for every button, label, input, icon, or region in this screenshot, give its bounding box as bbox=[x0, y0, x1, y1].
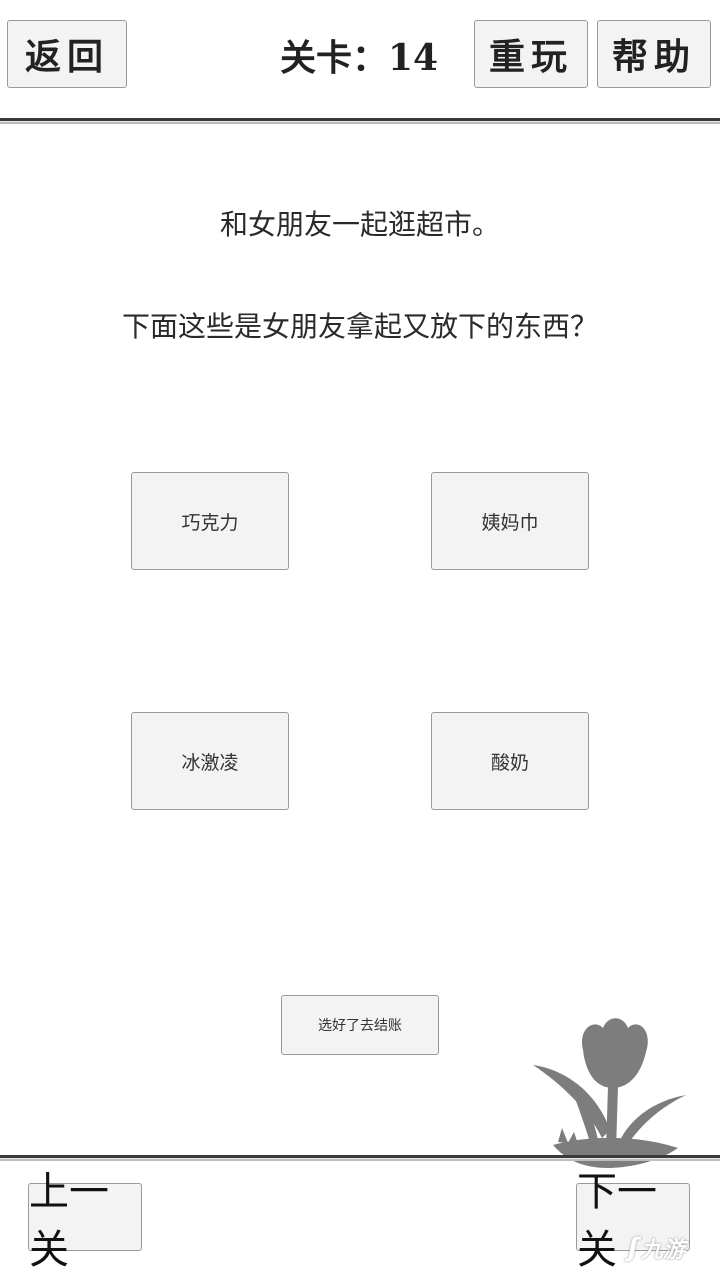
previous-level-button[interactable]: 上一关 bbox=[28, 1169, 142, 1273]
level-indicator: 关卡：14 bbox=[280, 37, 439, 79]
watermark: ʃ 九游 bbox=[628, 1232, 685, 1264]
question-line-1: 和女朋友一起逛超市。 bbox=[219, 208, 500, 241]
spiral-logo-icon: ʃ bbox=[628, 1233, 639, 1263]
help-button[interactable]: 帮助 bbox=[597, 20, 711, 88]
header-divider bbox=[0, 118, 720, 124]
replay-button[interactable]: 重玩 bbox=[474, 20, 588, 88]
option-chocolate-button[interactable]: 巧克力 bbox=[131, 472, 289, 570]
option-ice-cream-button[interactable]: 冰激凌 bbox=[131, 712, 289, 810]
question-line-2: 下面这些是女朋友拿起又放下的东西？ bbox=[121, 310, 598, 343]
watermark-text: 九游 bbox=[640, 1238, 685, 1263]
checkout-button[interactable]: 选好了去结账 bbox=[281, 995, 439, 1055]
option-yogurt-button[interactable]: 酸奶 bbox=[431, 712, 589, 810]
back-button[interactable]: 返回 bbox=[7, 20, 127, 88]
option-sanitary-pad-button[interactable]: 姨妈巾 bbox=[431, 472, 589, 570]
